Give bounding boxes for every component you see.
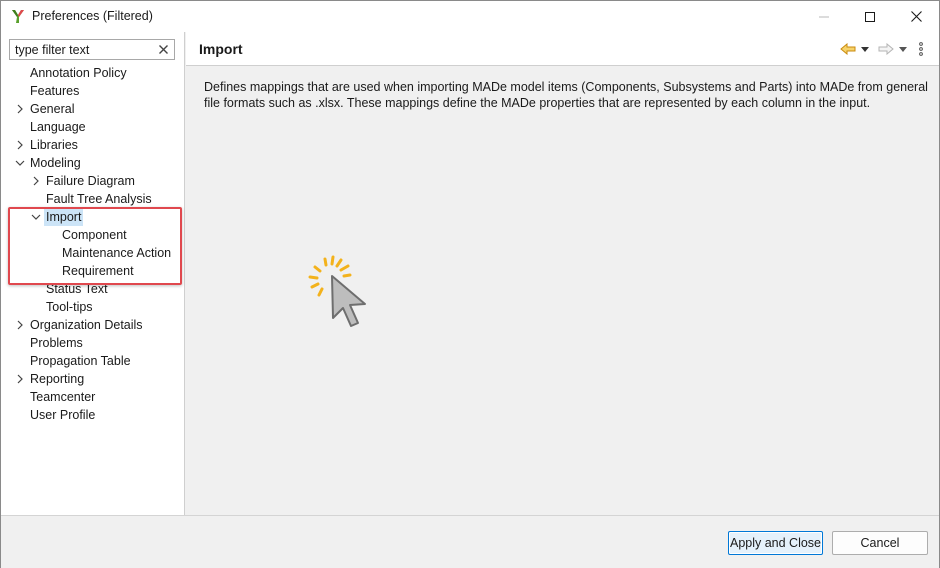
chevron-right-icon[interactable] [15,320,25,330]
chevron-down-icon[interactable] [15,158,25,168]
title-bar[interactable]: Preferences (Filtered) [1,1,939,32]
minimize-button[interactable] [801,1,847,32]
chevron-right-icon[interactable] [31,176,41,186]
tree-item-label: Reporting [30,372,85,386]
cancel-button[interactable]: Cancel [832,531,928,555]
tree-item[interactable]: Modeling [1,154,185,172]
clear-filter-icon[interactable] [157,42,170,56]
click-cursor-icon [307,255,377,335]
tree-item-label: Fault Tree Analysis [46,192,152,206]
view-menu-icon[interactable] [919,42,923,56]
tree-item[interactable]: Reporting [1,370,185,388]
close-icon [910,11,922,22]
tree-item-label: Libraries [30,138,78,152]
tree-item[interactable]: Organization Details [1,316,185,334]
tree-item-label: General [30,102,75,116]
tree-item-label: Organization Details [30,318,143,332]
page-header: Import [186,32,939,66]
close-button[interactable] [893,1,939,32]
tree-item[interactable]: Teamcenter [1,388,185,406]
chevron-right-icon[interactable] [15,104,25,114]
tree-item-label: Teamcenter [30,390,96,404]
highlight-box [8,207,182,285]
tree-item-label: Features [30,84,80,98]
apply-and-close-button[interactable]: Apply and Close [728,531,823,555]
tree-item[interactable]: Fault Tree Analysis [1,190,185,208]
tree-item[interactable]: Failure Diagram [1,172,185,190]
tree-item[interactable]: Annotation Policy [1,64,185,82]
tree-item[interactable]: Libraries [1,136,185,154]
tree-item-label: Annotation Policy [30,66,127,80]
maximize-button[interactable] [847,1,893,32]
back-arrow-icon[interactable] [840,42,856,56]
page-title: Import [199,41,243,57]
tree-item-label: Problems [30,336,83,350]
chevron-right-icon[interactable] [15,374,25,384]
tree-item[interactable]: Propagation Table [1,352,185,370]
preference-page: Import Defines mappings that are used wh… [186,32,939,515]
chevron-right-icon[interactable] [15,140,25,150]
preferences-window: Preferences (Filtered) Annotation Policy… [0,0,940,568]
tree-item[interactable]: Features [1,82,185,100]
tree-item[interactable]: General [1,100,185,118]
tree-item[interactable]: Problems [1,334,185,352]
tree-item-label: Tool-tips [46,300,93,314]
maximize-icon [865,11,875,22]
forward-arrow-icon[interactable] [878,42,894,56]
filter-input[interactable] [10,40,155,59]
back-history-dropdown-icon[interactable] [861,42,869,56]
tree-item-label: Language [30,120,86,134]
forward-history-dropdown-icon[interactable] [899,42,907,56]
page-description: Defines mappings that are used when impo… [204,80,928,110]
filter-box[interactable] [9,39,175,60]
dialog-button-bar: Apply and Close Cancel [1,515,939,568]
tree-item[interactable]: User Profile [1,406,185,424]
window-title: Preferences (Filtered) [32,9,153,23]
tree-item[interactable]: Tool-tips [1,298,185,316]
tree-item[interactable]: Language [1,118,185,136]
made-app-icon [12,10,24,23]
tree-item-label: Failure Diagram [46,174,135,188]
tree-item-label: Modeling [30,156,81,170]
tree-item-label: User Profile [30,408,96,422]
tree-item-label: Propagation Table [30,354,131,368]
minimize-icon [819,16,829,17]
